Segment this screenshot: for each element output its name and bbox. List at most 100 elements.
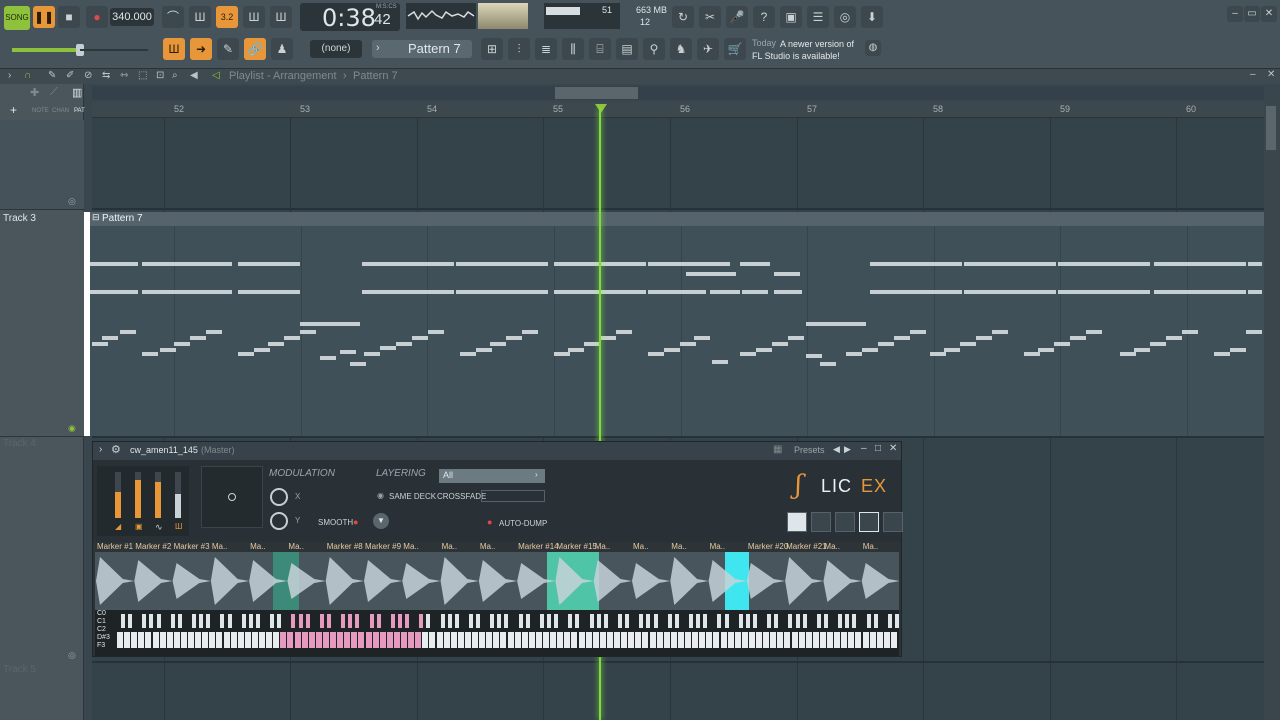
piano-black-key[interactable] xyxy=(206,614,211,628)
grid-icon[interactable]: ▦ xyxy=(773,444,782,455)
piano-black-key[interactable] xyxy=(802,614,807,628)
piano-keyboard[interactable]: C0 C1 C2 D#3 F3 xyxy=(95,610,899,656)
pattern-clip-header[interactable]: ⊟ Pattern 7 xyxy=(90,212,1264,226)
piano-black-key[interactable] xyxy=(703,614,708,628)
piano-key[interactable] xyxy=(642,632,649,648)
piano-black-key[interactable] xyxy=(866,614,871,628)
preset-next-icon[interactable]: ▶ xyxy=(844,444,851,455)
playlist-toolbar-icon[interactable]: Ш xyxy=(163,38,185,60)
piano-key[interactable] xyxy=(663,632,670,648)
piano-key[interactable] xyxy=(464,632,471,648)
piano-key[interactable] xyxy=(869,632,876,648)
piano-black-key[interactable] xyxy=(419,614,424,628)
piano-black-key[interactable] xyxy=(724,614,729,628)
piano-black-key[interactable] xyxy=(887,614,892,628)
piano-key[interactable] xyxy=(699,632,706,648)
tab-note[interactable]: NOTE xyxy=(32,108,49,114)
piano-key[interactable] xyxy=(237,632,244,648)
chevron-down-icon[interactable]: ▼ xyxy=(373,513,389,529)
piano-black-key[interactable] xyxy=(525,614,530,628)
piano-key[interactable] xyxy=(422,632,429,648)
piano-key[interactable] xyxy=(713,632,720,648)
piano-black-key[interactable] xyxy=(767,614,772,628)
master-volume-slider[interactable] xyxy=(12,48,80,52)
piano-key[interactable] xyxy=(251,632,258,648)
piano-key[interactable] xyxy=(514,632,521,648)
piano-key[interactable] xyxy=(344,632,351,648)
piano-key[interactable] xyxy=(273,632,280,648)
piano-key[interactable] xyxy=(500,632,507,648)
piano-black-key[interactable] xyxy=(476,614,480,628)
piano-key[interactable] xyxy=(308,632,315,648)
zoom-icon[interactable]: ⊡ xyxy=(156,70,164,81)
news-message[interactable]: A newer version of FL Studio is availabl… xyxy=(752,38,862,62)
piano-black-key[interactable] xyxy=(816,614,821,628)
piano-key[interactable] xyxy=(315,632,322,648)
preset-prev-icon[interactable]: ◀ xyxy=(833,444,840,455)
slice-marker[interactable]: Marker #21 xyxy=(786,542,826,552)
piano-key[interactable] xyxy=(606,632,613,648)
piano-key[interactable] xyxy=(280,632,287,648)
mod-x-knob[interactable] xyxy=(270,488,288,506)
auto-dump-led[interactable]: ● xyxy=(487,517,492,527)
piano-black-key[interactable] xyxy=(745,614,750,628)
slice-marker[interactable]: Ma.. xyxy=(633,542,649,552)
microphone-icon[interactable]: 🎤 xyxy=(726,6,748,28)
piano-black-key[interactable] xyxy=(348,614,353,628)
arrow-icon[interactable]: ➜ xyxy=(190,38,212,60)
chevron-right-icon[interactable]: › xyxy=(8,70,11,81)
countdown-icon[interactable]: 3.2 xyxy=(216,6,238,28)
speaker-icon[interactable]: ◀ xyxy=(190,70,198,81)
save-icon[interactable]: ▣ xyxy=(780,6,802,28)
scrollbar-thumb[interactable] xyxy=(555,87,638,99)
piano-key[interactable] xyxy=(209,632,216,648)
track-header-3[interactable]: Track 3 ◉ xyxy=(0,211,84,437)
piano-key[interactable] xyxy=(564,632,571,648)
piano-key[interactable] xyxy=(216,632,223,648)
piano-black-key[interactable] xyxy=(497,614,502,628)
slice-marker[interactable]: Ma.. xyxy=(710,542,726,552)
pattern-selector[interactable]: › Pattern 7 xyxy=(372,40,472,58)
maximize-icon[interactable]: □ xyxy=(875,443,881,454)
piano-key[interactable] xyxy=(677,632,684,648)
piano-key[interactable] xyxy=(173,632,180,648)
piano-key[interactable] xyxy=(443,632,450,648)
piano-key[interactable] xyxy=(649,632,656,648)
piano-black-key[interactable] xyxy=(376,614,381,628)
undo-icon[interactable]: ↻ xyxy=(672,6,694,28)
piano-key[interactable] xyxy=(578,632,585,648)
piano-key[interactable] xyxy=(230,632,237,648)
plugin-titlebar[interactable]: › ⚙ cw_amen11_145 (Master) ▦ Presets ◀ ▶… xyxy=(93,442,901,460)
view-mode-2-icon[interactable] xyxy=(811,512,831,532)
piano-mode-icon[interactable] xyxy=(787,512,807,532)
piano-black-key[interactable] xyxy=(291,614,296,628)
tab-pat[interactable]: PAT xyxy=(74,108,85,114)
lfo-icon[interactable]: ∿ xyxy=(155,522,163,533)
piano-black-key[interactable] xyxy=(667,614,672,628)
piano-black-key[interactable] xyxy=(468,614,473,628)
piano-key[interactable] xyxy=(720,632,727,648)
piano-key[interactable] xyxy=(827,632,833,648)
xy-cursor[interactable] xyxy=(228,493,236,501)
piano-black-key[interactable] xyxy=(199,614,204,628)
piano-black-key[interactable] xyxy=(696,614,701,628)
piano-black-key[interactable] xyxy=(575,614,580,628)
piano-black-key[interactable] xyxy=(554,614,559,628)
slice-marker[interactable]: Marker #3 xyxy=(174,542,210,552)
piano-black-key[interactable] xyxy=(547,614,551,628)
piano-black-key[interactable] xyxy=(177,614,182,628)
slice-marker[interactable]: Marker #14 xyxy=(518,542,558,552)
piano-black-key[interactable] xyxy=(405,614,409,628)
piano-key[interactable] xyxy=(223,632,230,648)
piano-key[interactable] xyxy=(763,632,770,648)
piano-key[interactable] xyxy=(337,632,344,648)
vscroll-thumb[interactable] xyxy=(1266,106,1276,150)
piano-key[interactable] xyxy=(819,632,826,648)
filter-icon[interactable]: ▣ xyxy=(135,522,143,531)
loop-record-icon[interactable]: Ш xyxy=(270,6,292,28)
piano-black-key[interactable] xyxy=(539,614,544,628)
slice-marker[interactable]: Ma.. xyxy=(212,542,228,552)
master-pitch-slider[interactable] xyxy=(80,49,148,51)
piano-key[interactable] xyxy=(152,632,159,648)
piano-black-key[interactable] xyxy=(873,614,878,628)
